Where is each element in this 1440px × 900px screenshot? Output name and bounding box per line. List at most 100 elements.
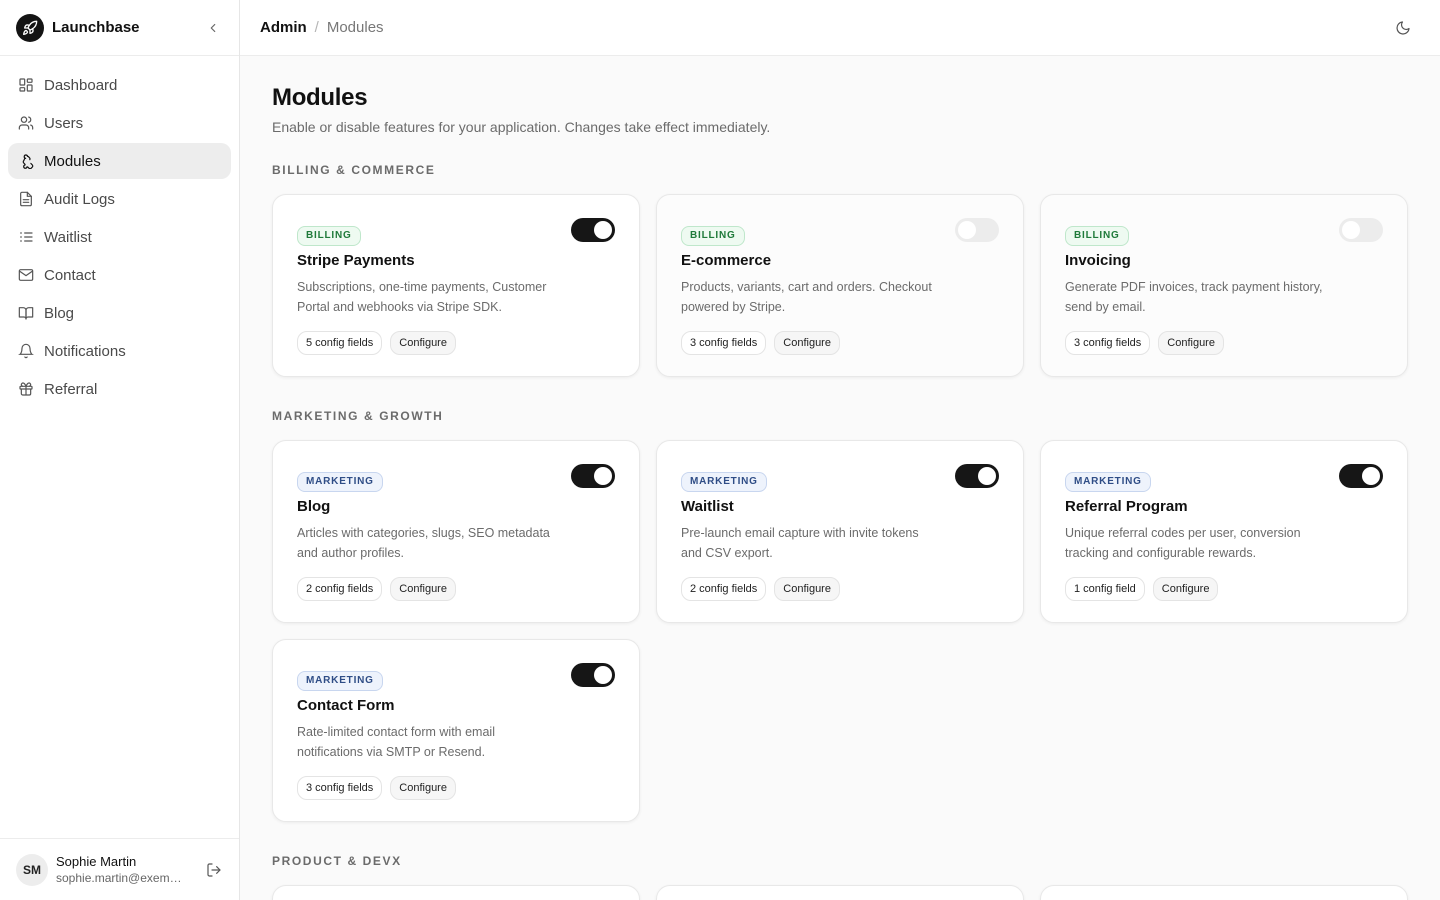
config-count-badge: 2 config fields [681, 577, 767, 601]
puzzle-icon [18, 153, 34, 169]
toggle-knob [978, 467, 996, 485]
module-title: Contact Form [297, 697, 395, 714]
bell-icon [18, 343, 34, 359]
page-title: Modules [272, 84, 368, 111]
section-label-product-devx: PRODUCT & DEVX [272, 854, 402, 868]
sidebar-item-waitlist[interactable]: Waitlist [8, 219, 231, 255]
breadcrumb: Admin / Modules [260, 19, 384, 36]
module-card-e-commerce: BILLING E-commerce Products, variants, c… [656, 194, 1024, 377]
module-toggle[interactable] [571, 218, 615, 242]
sidebar-item-referral[interactable]: Referral [8, 371, 231, 407]
module-description: Products, variants, cart and orders. Che… [681, 280, 932, 314]
breadcrumb-separator: / [314, 19, 319, 36]
sidebar-item-label: Contact [44, 266, 96, 284]
sidebar-item-label: Modules [44, 152, 101, 170]
module-toggle[interactable] [955, 218, 999, 242]
sidebar-item-label: Referral [44, 380, 98, 398]
section-label-marketing: MARKETING & GROWTH [272, 409, 444, 423]
breadcrumb-current: Modules [326, 19, 384, 36]
file-text-icon [18, 191, 34, 207]
module-description: Pre-launch email capture with invite tok… [681, 526, 919, 560]
config-count-badge: 3 config fields [297, 776, 383, 800]
mail-icon [18, 267, 34, 283]
module-card-partial [1040, 885, 1408, 900]
module-toggle[interactable] [1339, 218, 1383, 242]
list-icon [18, 229, 34, 245]
module-description: Rate-limited contact form with email not… [297, 725, 495, 759]
module-toggle[interactable] [1339, 464, 1383, 488]
user-email: sophie.martin@exempl... [56, 871, 188, 885]
module-card-invoicing: BILLING Invoicing Generate PDF invoices,… [1040, 194, 1408, 377]
user-info: Sophie Martin sophie.martin@exempl... [56, 854, 188, 885]
sidebar-item-notifications[interactable]: Notifications [8, 333, 231, 369]
module-toggle[interactable] [571, 464, 615, 488]
sidebar-item-label: Audit Logs [44, 190, 115, 208]
rocket-icon[interactable] [16, 13, 44, 42]
module-title: Referral Program [1065, 498, 1188, 515]
page-subtitle: Enable or disable features for your appl… [272, 119, 771, 135]
module-title: Blog [297, 498, 331, 515]
brand-header: Launchbase [0, 0, 239, 56]
dashboard-icon [18, 77, 34, 93]
toggle-knob [594, 221, 612, 239]
module-card-stripe-payments: BILLING Stripe Payments Subscriptions, o… [272, 194, 640, 377]
topbar: Admin / Modules [240, 0, 1440, 56]
module-card-partial [272, 885, 640, 900]
toggle-knob [1362, 467, 1380, 485]
module-description: Generate PDF invoices, track payment his… [1065, 280, 1323, 314]
sidebar-item-contact[interactable]: Contact [8, 257, 231, 293]
toggle-knob [958, 221, 976, 239]
sidebar-item-users[interactable]: Users [8, 105, 231, 141]
config-count-badge: 1 config field [1065, 577, 1145, 601]
book-open-icon [18, 305, 34, 321]
sidebar-item-audit-logs[interactable]: Audit Logs [8, 181, 231, 217]
logout-icon[interactable] [205, 861, 223, 879]
breadcrumb-root[interactable]: Admin [260, 19, 307, 36]
chevron-left-icon[interactable] [203, 18, 223, 38]
module-tag: MARKETING [297, 671, 383, 691]
configure-button[interactable]: Configure [390, 776, 456, 800]
configure-button[interactable]: Configure [390, 331, 456, 355]
user-name: Sophie Martin [56, 854, 137, 869]
configure-button[interactable]: Configure [774, 331, 840, 355]
sidebar-item-label: Blog [44, 304, 75, 322]
sidebar-item-dashboard[interactable]: Dashboard [8, 67, 231, 103]
module-title: Waitlist [681, 498, 734, 515]
module-toggle[interactable] [955, 464, 999, 488]
sidebar-item-label: Waitlist [44, 228, 92, 246]
avatar[interactable]: SM [16, 853, 48, 886]
configure-button[interactable]: Configure [774, 577, 840, 601]
module-card-waitlist: MARKETING Waitlist Pre-launch email capt… [656, 440, 1024, 623]
moon-icon[interactable] [1394, 19, 1412, 37]
module-grid-product-devx [272, 885, 1408, 900]
sidebar-item-modules[interactable]: Modules [8, 143, 231, 179]
toggle-knob [1342, 221, 1360, 239]
module-grid-marketing: MARKETING Blog Articles with categories,… [272, 440, 1408, 822]
gift-icon [18, 381, 34, 397]
config-count-badge: 3 config fields [681, 331, 767, 355]
sidebar-item-label: Notifications [44, 342, 126, 360]
sidebar: Launchbase Dashboard Users Modules Audit… [0, 0, 240, 900]
module-tag: BILLING [681, 226, 745, 246]
section-label-billing: BILLING & COMMERCE [272, 163, 436, 177]
users-icon [18, 115, 34, 131]
sidebar-item-blog[interactable]: Blog [8, 295, 231, 331]
module-card-blog: MARKETING Blog Articles with categories,… [272, 440, 640, 623]
module-title: E-commerce [681, 252, 772, 269]
configure-button[interactable]: Configure [390, 577, 456, 601]
module-toggle[interactable] [571, 663, 615, 687]
configure-button[interactable]: Configure [1152, 577, 1219, 601]
configure-button[interactable]: Configure [1158, 331, 1224, 355]
config-count-badge: 2 config fields [297, 577, 383, 601]
app-name: Launchbase [52, 19, 140, 36]
config-count-badge: 3 config fields [1065, 331, 1151, 355]
module-card-contact-form: MARKETING Contact Form Rate-limited cont… [272, 639, 640, 822]
module-card-referral-program: MARKETING Referral Program Unique referr… [1040, 440, 1408, 623]
module-description: Articles with categories, slugs, SEO met… [297, 526, 550, 560]
module-tag: MARKETING [681, 472, 767, 492]
module-description: Subscriptions, one-time payments, Custom… [297, 280, 547, 314]
module-title: Stripe Payments [297, 252, 415, 269]
user-panel: SM Sophie Martin sophie.martin@exempl... [0, 838, 239, 900]
module-tag: MARKETING [297, 472, 383, 492]
module-grid-billing: BILLING Stripe Payments Subscriptions, o… [272, 194, 1408, 377]
